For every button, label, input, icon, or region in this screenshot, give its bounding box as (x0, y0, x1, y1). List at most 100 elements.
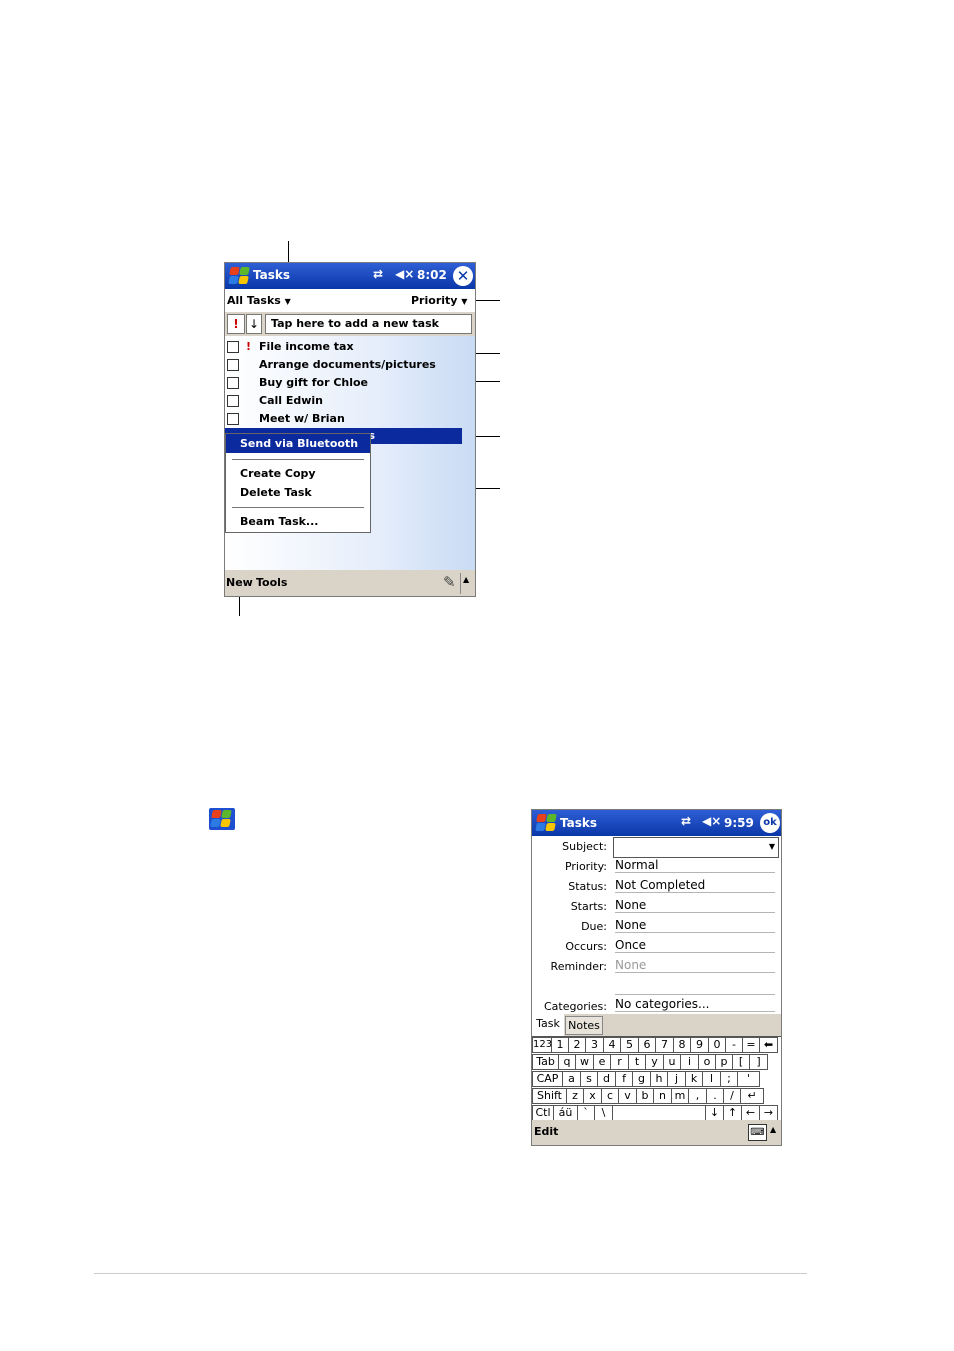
key-a[interactable]: a (563, 1071, 581, 1087)
key-caps[interactable]: CAP (532, 1071, 563, 1087)
tools-menu[interactable]: Tools (256, 576, 287, 589)
task-item[interactable]: Arrange documents/pictures (259, 358, 436, 371)
menu-item-beam-task[interactable]: Beam Task... (240, 515, 318, 528)
task-checkbox[interactable] (227, 341, 239, 353)
key-e[interactable]: e (594, 1054, 611, 1070)
key-backspace-icon[interactable]: ⬅ (760, 1037, 778, 1053)
menu-item-delete-task[interactable]: Delete Task (240, 486, 312, 499)
key-q[interactable]: q (559, 1054, 576, 1070)
key-period[interactable]: . (707, 1088, 724, 1104)
reminder-field[interactable]: None (615, 958, 775, 973)
task-item[interactable]: File income tax (259, 340, 354, 353)
key-u[interactable]: u (664, 1054, 681, 1070)
new-task-entry-input[interactable]: Tap here to add a new task (265, 314, 472, 334)
key-slash[interactable]: / (724, 1088, 741, 1104)
key-g[interactable]: g (633, 1071, 651, 1087)
key-tab[interactable]: Tab (532, 1054, 559, 1070)
key-bracket-right[interactable]: ] (750, 1054, 768, 1070)
key-shift[interactable]: Shift (532, 1088, 567, 1104)
start-menu-icon[interactable] (535, 813, 557, 833)
keyboard-icon[interactable]: ⌨ (748, 1124, 767, 1141)
key-8[interactable]: 8 (674, 1037, 691, 1053)
due-field[interactable]: None (615, 918, 775, 933)
arrow-left-key-icon[interactable]: ← (742, 1105, 760, 1121)
key-4[interactable]: 4 (604, 1037, 621, 1053)
volume-muted-icon[interactable]: ◀× (702, 814, 721, 828)
subject-field[interactable]: ▼ (613, 837, 779, 858)
chevron-down-icon[interactable]: ▼ (769, 842, 775, 851)
key-5[interactable]: 5 (621, 1037, 639, 1053)
key-123[interactable]: 123 (532, 1037, 552, 1053)
key-f[interactable]: f (616, 1071, 633, 1087)
arrow-right-key-icon[interactable]: → (760, 1105, 778, 1121)
key-w[interactable]: w (576, 1054, 594, 1070)
new-menu[interactable]: New (226, 576, 253, 589)
connectivity-icon[interactable]: ⇄ (373, 267, 383, 281)
key-p[interactable]: p (716, 1054, 733, 1070)
starts-field[interactable]: None (615, 898, 775, 913)
key-k[interactable]: k (686, 1071, 703, 1087)
key-j[interactable]: j (668, 1071, 686, 1087)
key-z[interactable]: z (567, 1088, 584, 1104)
category-filter-dropdown[interactable]: All Tasks ▼ (227, 294, 291, 307)
key-apostrophe[interactable]: ' (738, 1071, 760, 1087)
sort-dropdown[interactable]: Priority ▼ (411, 294, 467, 307)
key-enter-icon[interactable]: ↵ (741, 1088, 764, 1104)
task-checkbox[interactable] (227, 413, 239, 425)
key-0[interactable]: 0 (709, 1037, 726, 1053)
clock[interactable]: 8:02 (417, 268, 447, 282)
arrow-up-key-icon[interactable]: ↑ (724, 1105, 742, 1121)
key-3[interactable]: 3 (586, 1037, 604, 1053)
key-v[interactable]: v (619, 1088, 637, 1104)
entry-sort-button[interactable]: ↓ (246, 314, 262, 334)
start-menu-icon[interactable] (228, 266, 250, 286)
key-l[interactable]: l (703, 1071, 721, 1087)
input-panel-toggle-icon[interactable]: ▲ (770, 1125, 776, 1134)
task-item[interactable]: Buy gift for Chloe (259, 376, 368, 389)
key-b[interactable]: b (637, 1088, 654, 1104)
volume-muted-icon[interactable]: ◀× (395, 267, 414, 281)
task-checkbox[interactable] (227, 359, 239, 371)
key-backslash[interactable]: \ (595, 1105, 613, 1121)
edit-menu[interactable]: Edit (534, 1125, 558, 1138)
key-t[interactable]: t (629, 1054, 646, 1070)
key-2[interactable]: 2 (569, 1037, 586, 1053)
key-space[interactable] (613, 1105, 706, 1121)
key-n[interactable]: n (654, 1088, 672, 1104)
key-x[interactable]: x (584, 1088, 602, 1104)
key-6[interactable]: 6 (639, 1037, 656, 1053)
task-item[interactable]: Call Edwin (259, 394, 323, 407)
entry-priority-button[interactable]: ! (227, 314, 245, 334)
ok-button[interactable]: ok (760, 813, 780, 833)
task-item[interactable]: Meet w/ Brian (259, 412, 345, 425)
key-c[interactable]: c (602, 1088, 619, 1104)
key-accents[interactable]: áü (554, 1105, 578, 1121)
key-minus[interactable]: - (726, 1037, 743, 1053)
priority-field[interactable]: Normal (615, 858, 775, 873)
categories-field[interactable]: No categories... (615, 997, 775, 1012)
task-checkbox[interactable] (227, 377, 239, 389)
key-s[interactable]: s (581, 1071, 598, 1087)
input-panel-toggle-icon[interactable]: ▲ (463, 575, 469, 584)
key-o[interactable]: o (699, 1054, 716, 1070)
key-d[interactable]: d (598, 1071, 616, 1087)
tab-notes[interactable]: Notes (565, 1016, 603, 1035)
key-i[interactable]: i (681, 1054, 699, 1070)
key-backtick[interactable]: ` (578, 1105, 595, 1121)
task-checkbox[interactable] (227, 395, 239, 407)
key-ctl[interactable]: Ctl (532, 1105, 554, 1121)
menu-item-create-copy[interactable]: Create Copy (240, 467, 316, 480)
close-icon[interactable]: ✕ (453, 266, 473, 286)
key-h[interactable]: h (651, 1071, 668, 1087)
key-equals[interactable]: = (743, 1037, 760, 1053)
key-comma[interactable]: , (689, 1088, 707, 1104)
key-y[interactable]: y (646, 1054, 664, 1070)
connectivity-icon[interactable]: ⇄ (681, 814, 691, 828)
menu-item-send-via-bluetooth[interactable]: Send via Bluetooth (226, 434, 370, 453)
status-field[interactable]: Not Completed (615, 878, 775, 893)
clock[interactable]: 9:59 (724, 816, 754, 830)
key-9[interactable]: 9 (691, 1037, 709, 1053)
key-m[interactable]: m (672, 1088, 689, 1104)
key-semicolon[interactable]: ; (721, 1071, 738, 1087)
pen-input-icon[interactable]: ✎ (443, 573, 456, 591)
